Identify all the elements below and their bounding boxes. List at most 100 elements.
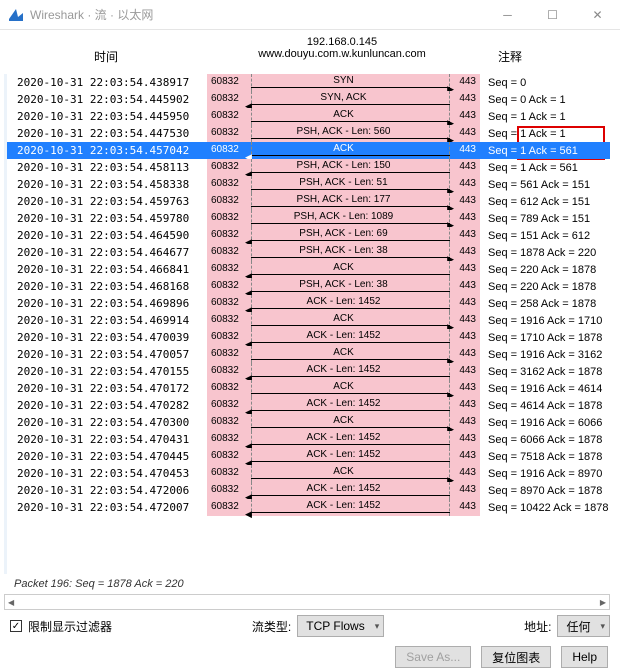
row-time: 2020-10-31 22:03:54.470057 [7,348,207,361]
flow-row[interactable]: 2020-10-31 22:03:54.47017260832ACK▶443Se… [7,380,610,397]
row-label: ACK [333,466,354,477]
port-right: 443 [459,484,476,495]
row-time: 2020-10-31 22:03:54.464590 [7,229,207,242]
port-left: 60832 [211,229,239,240]
port-left: 60832 [211,314,239,325]
row-flow: 60832SYN▶443 [207,74,480,91]
flow-row[interactable]: 2020-10-31 22:03:54.47045360832ACK▶443Se… [7,465,610,482]
flow-row[interactable]: 2020-10-31 22:03:54.45978060832PSH, ACK … [7,210,610,227]
flow-row[interactable]: 2020-10-31 22:03:54.47200760832ACK - Len… [7,499,610,516]
flow-row[interactable]: 2020-10-31 22:03:54.458338 60832 PSH, ACK … [7,176,610,193]
flow-row[interactable]: 2020-10-31 22:03:54.46989660832ACK - Len… [7,295,610,312]
port-right: 443 [459,416,476,427]
flow-row[interactable]: 2020-10-31 22:03:54.47030060832ACK▶443Se… [7,414,610,431]
minimize-button[interactable]: ─ [485,0,530,30]
port-right: 443 [459,433,476,444]
row-flow: 60832ACK - Len: 1452◀443 [207,397,480,414]
row-label: ACK [333,109,354,120]
flow-row[interactable]: 2020-10-31 22:03:54.47028260832ACK - Len… [7,397,610,414]
flow-row[interactable]: 2020-10-31 22:03:54.45811360832PSH, ACK … [7,159,610,176]
port-right: 443 [459,127,476,138]
header-flow: 192.168.0.145 www.douyu.com.w.kunluncan.… [204,36,480,74]
chevron-down-icon: ▾ [600,621,605,632]
flow-row[interactable]: 2020-10-31 22:03:54.47200660832ACK - Len… [7,482,610,499]
help-button[interactable]: Help [561,646,608,668]
reset-button[interactable]: 复位图表 [481,646,551,668]
flow-row[interactable]: 2020-10-31 22:03:54.46816860832PSH, ACK … [7,278,610,295]
row-comment: Seq = 10422 Ack = 1878 [480,502,610,514]
flow-row[interactable]: 2020-10-31 22:03:54.46991460832ACK▶443Se… [7,312,610,329]
flow-row[interactable]: 2020-10-31 22:03:54.44590260832SYN, ACK◀… [7,91,610,108]
flow-row[interactable]: 2020-10-31 22:03:54.47044560832ACK - Len… [7,448,610,465]
port-left: 60832 [211,246,239,257]
row-flow: 60832ACK▶443 [207,346,480,363]
flow-row[interactable]: 2020-10-31 22:03:54.46684160832ACK◀443Se… [7,261,610,278]
flow-type-value: TCP Flows [306,619,364,633]
row-comment: Seq = 1916 Ack = 6066 [480,417,610,429]
flow-row[interactable]: 2020-10-31 22:03:54.45704260832ACK◀443Se… [7,142,610,159]
flow-row[interactable]: 2020-10-31 22:03:54.47005760832ACK▶443Se… [7,346,610,363]
maximize-button[interactable]: ☐ [530,0,575,30]
port-right: 443 [459,365,476,376]
flow-type-label: 流类型: [252,618,291,635]
arrow-icon: ◀ [245,509,252,520]
flow-row[interactable]: 2020-10-31 22:03:54.43891760832SYN▶443Se… [7,74,610,91]
flow-row[interactable]: 2020-10-31 22:03:54.44753060832PSH, ACK … [7,125,610,142]
port-left: 60832 [211,433,239,444]
port-left: 60832 [211,93,239,104]
row-flow: 60832PSH, ACK - Len: 150◀443 [207,159,480,176]
row-flow: 60832PSH, ACK - Len: 51▶443 [207,176,480,193]
port-right: 443 [459,93,476,104]
port-right: 443 [459,144,476,155]
port-left: 60832 [211,280,239,291]
port-right: 443 [459,229,476,240]
port-right: 443 [459,246,476,257]
flow-type-dropdown[interactable]: TCP Flows ▾ [297,615,384,637]
port-left: 60832 [211,450,239,461]
row-time: 2020-10-31 22:03:54.470445 [7,450,207,463]
port-left: 60832 [211,144,239,155]
port-right: 443 [459,348,476,359]
flow-row[interactable]: 2020-10-31 22:03:54.47015560832ACK - Len… [7,363,610,380]
row-flow: 60832ACK - Len: 1452◀443 [207,448,480,465]
scroll-right-icon[interactable]: ▶ [600,598,606,607]
port-left: 60832 [211,178,239,189]
flow-row[interactable]: 2020-10-31 22:03:54.47003960832ACK - Len… [7,329,610,346]
close-button[interactable]: ✕ [575,0,620,30]
row-comment: Seq = 1916 Ack = 8970 [480,468,610,480]
limit-filter-checkbox[interactable]: ✓ [10,620,22,632]
table-header: 时间 192.168.0.145 www.douyu.com.w.kunlunc… [4,36,610,74]
scroll-left-icon[interactable]: ◀ [8,598,14,607]
row-label: PSH, ACK - Len: 69 [299,228,387,239]
row-label: PSH, ACK - Len: 1089 [294,211,394,222]
row-comment: Seq = 0 [480,77,610,89]
row-label: PSH, ACK - Len: 51 [299,177,387,188]
header-addr: 192.168.0.145 [204,36,480,48]
port-left: 60832 [211,297,239,308]
row-comment: Seq = 220 Ack = 1878 [480,264,610,276]
flow-list[interactable]: 2020-10-31 22:03:54.43891760832SYN▶443Se… [4,74,610,574]
addr-dropdown[interactable]: 任何 ▾ [557,615,610,637]
flow-row[interactable]: 2020-10-31 22:03:54.45976360832PSH, ACK … [7,193,610,210]
flow-row[interactable]: 2020-10-31 22:03:54.464590 60832 PSH, ACK … [7,227,610,244]
row-time: 2020-10-31 22:03:54.458338 [7,178,207,191]
row-comment: Seq = 1 Ack = 561 [480,162,610,174]
row-comment: Seq = 612 Ack = 151 [480,196,610,208]
row-time: 2020-10-31 22:03:54.459763 [7,195,207,208]
horizontal-scrollbar[interactable]: ◀ ▶ [4,594,610,610]
titlebar: Wireshark · 流 · 以太网 ─ ☐ ✕ [0,0,620,30]
row-flow: 60832ACK▶443 [207,312,480,329]
flow-row[interactable]: 2020-10-31 22:03:54.47043160832ACK - Len… [7,431,610,448]
save-as-button[interactable]: Save As... [395,646,471,668]
flow-row[interactable]: 2020-10-31 22:03:54.44595060832ACK▶443Se… [7,108,610,125]
row-label: ACK - Len: 1452 [307,330,381,341]
flow-row[interactable]: 2020-10-31 22:03:54.46467760832PSH, ACK … [7,244,610,261]
row-label: ACK [333,313,354,324]
row-time: 2020-10-31 22:03:54.468168 [7,280,207,293]
port-right: 443 [459,161,476,172]
chevron-down-icon: ▾ [375,621,380,632]
header-time: 时间 [4,36,204,74]
row-comment: Seq = 7518 Ack = 1878 [480,451,610,463]
row-label: ACK [333,381,354,392]
port-left: 60832 [211,195,239,206]
